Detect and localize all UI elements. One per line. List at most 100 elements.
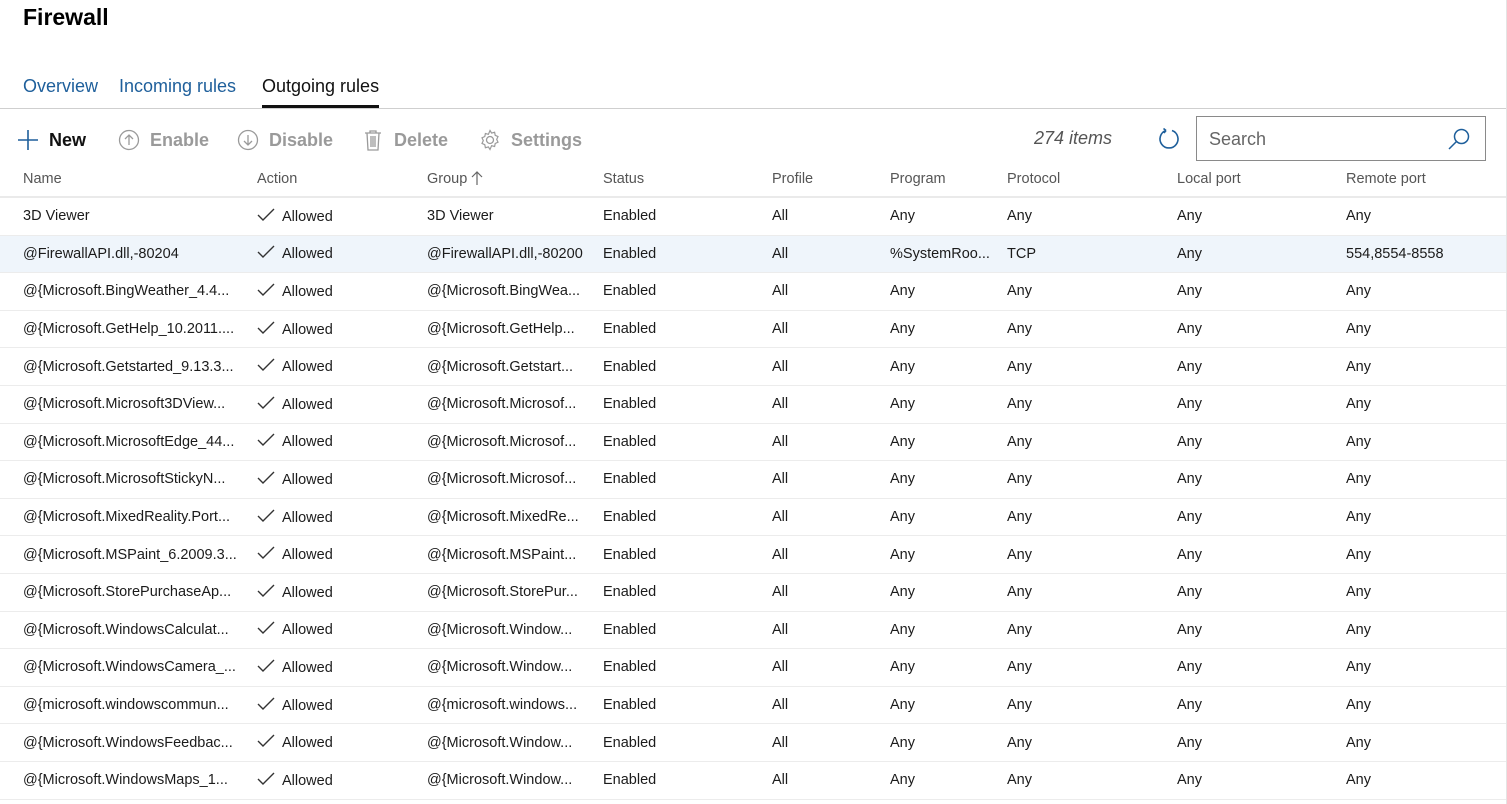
table-row[interactable]: @{Microsoft.WindowsCalculat... Allowed @{M… [0, 611, 1506, 650]
search-icon[interactable] [1447, 127, 1471, 151]
group-value: @{microsoft.windows... [427, 697, 578, 714]
column-header-group[interactable]: Group [427, 162, 603, 198]
cell-name: @{Microsoft.WindowsCamera_... [0, 648, 257, 687]
name-value: @{Microsoft.WindowsCalculat... [23, 621, 229, 638]
table-row[interactable]: @{Microsoft.WindowsFeedbac... Allowed @{Mi… [0, 723, 1506, 762]
program-value: Any [890, 471, 915, 488]
cell-status: Enabled [603, 272, 772, 311]
disable-button[interactable]: Disable [237, 127, 333, 153]
checkmark-icon [257, 283, 275, 296]
cell-protocol: Any [1007, 347, 1177, 386]
group-value: @{Microsoft.Microsof... [427, 396, 577, 413]
checkmark-icon [257, 546, 275, 560]
cell-program: Any [890, 611, 1007, 650]
column-header-local-port[interactable]: Local port [1177, 162, 1346, 198]
table-row[interactable]: @{Microsoft.MicrosoftEdge_44... Allowed @{… [0, 423, 1506, 462]
group-value: @FirewallAPI.dll,-80200 [427, 245, 583, 262]
column-header-protocol[interactable]: Protocol [1007, 162, 1177, 198]
table-row[interactable]: 3D Viewer Allowed 3D Viewer Enabled All Any An… [0, 197, 1506, 236]
tab-overview[interactable]: Overview [23, 76, 98, 97]
table-row[interactable]: @{Microsoft.Getstarted_9.13.3... Allowed @… [0, 347, 1506, 386]
cell-local-port: Any [1177, 535, 1346, 574]
cell-protocol: Any [1007, 385, 1177, 424]
cell-name: @{Microsoft.BingWeather_4.4... [0, 272, 257, 311]
table-row[interactable]: @{microsoft.windowscommun... Allowed @{mic… [0, 686, 1506, 725]
name-value: @{Microsoft.MSPaint_6.2009.3... [23, 546, 237, 563]
cell-profile: All [772, 235, 890, 274]
cell-name: @{Microsoft.GetHelp_10.2011.... [0, 310, 257, 349]
tab-outgoing-rules[interactable]: Outgoing rules [262, 76, 380, 108]
cell-protocol: Any [1007, 723, 1177, 762]
column-header-label: Program [890, 171, 946, 187]
status-value: Enabled [603, 471, 657, 488]
checkmark-icon [257, 396, 275, 409]
profile-value: All [772, 321, 789, 338]
column-header-status[interactable]: Status [603, 162, 772, 198]
table-row[interactable]: @{Microsoft.WindowsMaps_1... Allowed @{Mic… [0, 761, 1506, 800]
action-value: Allowed [282, 659, 333, 676]
new-button[interactable]: New [17, 127, 86, 153]
table-row[interactable]: @{Microsoft.WindowsCamera_... Allowed @{Mi… [0, 648, 1506, 687]
column-header-label: Name [23, 171, 62, 187]
cell-remote-port: Any [1346, 385, 1506, 424]
table-row[interactable]: @{Microsoft.MicrosoftStickyN... Allowed @{… [0, 460, 1506, 499]
name-value: @FirewallAPI.dll,-80204 [23, 245, 179, 262]
table-row[interactable]: @{Microsoft.GetHelp_10.2011.... Allowed @{… [0, 310, 1506, 349]
cell-action: Allowed [257, 423, 427, 462]
cell-group: @{Microsoft.Window... [427, 723, 603, 762]
program-value: Any [890, 396, 915, 413]
remote-port-value: Any [1346, 471, 1371, 488]
disable-label: Disable [269, 129, 334, 150]
column-header-program[interactable]: Program [890, 162, 1007, 198]
table-row[interactable]: @{Microsoft.BingWeather_4.4... Allowed @{M… [0, 272, 1506, 311]
refresh-icon[interactable] [1157, 127, 1181, 151]
status-value: Enabled [603, 396, 657, 413]
protocol-value: Any [1007, 471, 1032, 488]
column-header-label: Local port [1177, 171, 1241, 187]
cell-status: Enabled [603, 686, 772, 725]
cell-remote-port: 554,8554-8558 [1346, 235, 1506, 274]
cell-profile: All [772, 310, 890, 349]
profile-value: All [772, 584, 789, 601]
group-value: @{Microsoft.Window... [427, 621, 573, 638]
cell-group: @{Microsoft.Window... [427, 648, 603, 687]
program-value: Any [890, 283, 915, 300]
delete-button[interactable]: Delete [362, 127, 448, 153]
tab-incoming-rules[interactable]: Incoming rules [119, 76, 236, 97]
table-row[interactable]: @{Microsoft.MSPaint_6.2009.3... Allowed @{… [0, 535, 1506, 574]
local-port-value: Any [1177, 621, 1202, 638]
protocol-value: Any [1007, 208, 1032, 225]
column-header-profile[interactable]: Profile [772, 162, 890, 198]
cell-action: Allowed [257, 648, 427, 687]
cell-action: Allowed [257, 460, 427, 499]
status-value: Enabled [603, 358, 657, 375]
settings-button[interactable]: Settings [479, 127, 582, 153]
table-row[interactable]: @FirewallAPI.dll,-80204 Allowed @FirewallA… [0, 235, 1506, 274]
column-header-remote-port[interactable]: Remote port [1346, 162, 1506, 198]
name-value: @{Microsoft.Getstarted_9.13.3... [23, 358, 234, 375]
table-row[interactable]: @{Microsoft.MixedReality.Port... Allowed @… [0, 498, 1506, 537]
enable-button[interactable]: Enable [118, 127, 209, 153]
cell-protocol: Any [1007, 611, 1177, 650]
cell-remote-port: Any [1346, 535, 1506, 574]
protocol-value: Any [1007, 697, 1032, 714]
toolbar: New Enable Disable Delete Settings 274 i… [0, 116, 1506, 162]
column-header-action[interactable]: Action [257, 162, 427, 198]
cell-program: Any [890, 648, 1007, 687]
table-row[interactable]: @{Microsoft.StorePurchaseAp... Allowed @{M… [0, 573, 1506, 612]
program-value: Any [890, 433, 915, 450]
name-value: @{Microsoft.WindowsMaps_1... [23, 772, 228, 789]
name-value: 3D Viewer [23, 208, 90, 225]
profile-value: All [772, 283, 789, 300]
program-value: Any [890, 546, 915, 563]
cell-action: Allowed [257, 272, 427, 311]
table-row[interactable]: @{Microsoft.Microsoft3DView... Allowed @{M… [0, 385, 1506, 424]
cell-profile: All [772, 272, 890, 311]
cell-name: @{microsoft.windowscommun... [0, 686, 257, 725]
column-header-name[interactable]: Name [0, 162, 257, 198]
search-input[interactable] [1207, 117, 1446, 162]
cell-name: @{Microsoft.MixedReality.Port... [0, 498, 257, 537]
checkmark-icon [257, 245, 275, 259]
cell-protocol: Any [1007, 498, 1177, 537]
cell-profile: All [772, 648, 890, 687]
